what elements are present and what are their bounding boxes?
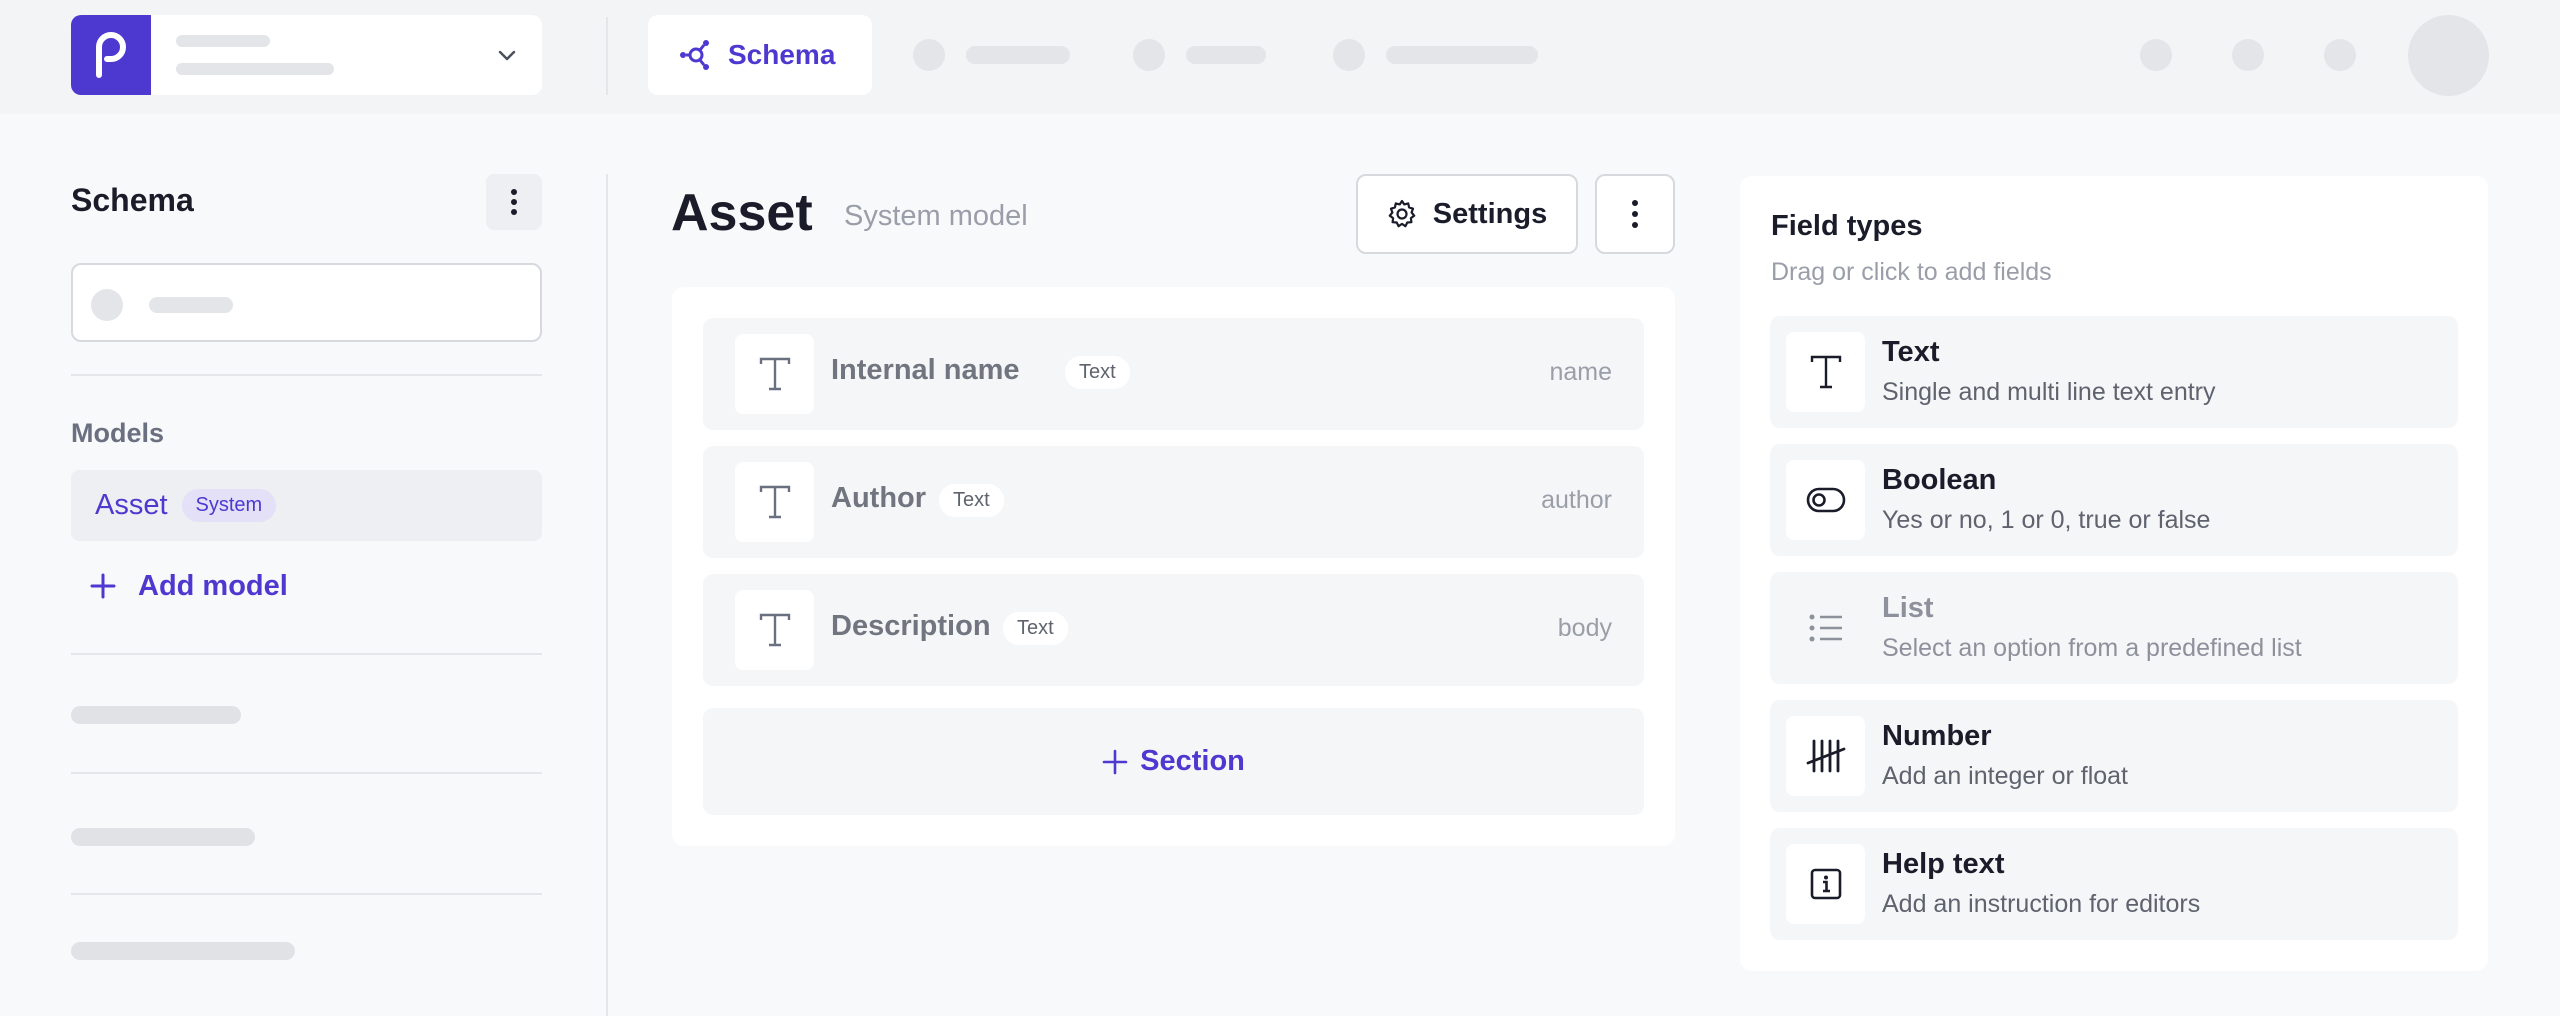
page-subtitle: System model <box>844 200 1028 232</box>
toolbar-icon-placeholder[interactable] <box>2140 39 2172 71</box>
nav-item-label-placeholder <box>1386 46 1538 64</box>
status-badge: System <box>181 489 277 522</box>
field-type-badge: Text <box>1003 612 1068 645</box>
field-api-key: author <box>1541 486 1612 514</box>
add-section-button[interactable]: Section <box>703 708 1644 815</box>
text-t-icon <box>1786 332 1865 412</box>
avatar[interactable] <box>2408 15 2489 96</box>
add-section-label: Section <box>1140 745 1245 777</box>
tally-icon <box>1786 716 1865 796</box>
topbar-divider <box>606 17 608 95</box>
nav-item-icon-placeholder[interactable] <box>913 39 945 71</box>
sidebar-divider <box>71 893 542 895</box>
field-type-name: List <box>1882 592 1934 624</box>
field-type-description: Select an option from a predefined list <box>1882 634 2302 662</box>
sidebar-item-placeholder[interactable] <box>71 828 255 846</box>
sidebar-more-button[interactable] <box>486 174 542 230</box>
field-name: Author <box>831 482 927 514</box>
add-model-label: Add model <box>138 569 288 602</box>
field-type-badge: Text <box>939 484 1004 517</box>
toggle-icon <box>1786 460 1865 540</box>
sidebar-search-input[interactable] <box>71 263 542 342</box>
fields-panel: Internal name Text name Author Text auth… <box>672 287 1675 846</box>
project-name-placeholder <box>176 35 270 47</box>
tab-schema-label: Schema <box>728 39 836 70</box>
field-types-title: Field types <box>1771 210 1923 242</box>
field-types-panel: Field types Drag or click to add fields … <box>1740 176 2488 971</box>
settings-button[interactable]: Settings <box>1356 174 1578 254</box>
page-title: Asset <box>671 184 813 242</box>
field-types-subtitle: Drag or click to add fields <box>1771 258 2052 286</box>
field-type-boolean[interactable]: Boolean Yes or no, 1 or 0, true or false <box>1770 444 2458 556</box>
toolbar-icon-placeholder[interactable] <box>2232 39 2264 71</box>
field-type-description: Add an instruction for editors <box>1882 890 2201 918</box>
nav-item-label-placeholder <box>966 46 1070 64</box>
sidebar-divider <box>71 653 542 655</box>
field-type-text[interactable]: Text Single and multi line text entry <box>1770 316 2458 428</box>
text-t-icon <box>735 462 814 542</box>
list-icon <box>1786 588 1865 668</box>
field-type-badge: Text <box>1065 356 1130 389</box>
search-placeholder <box>149 297 233 313</box>
sidebar-main-divider <box>606 174 608 1016</box>
field-api-key: name <box>1549 358 1612 386</box>
field-type-description: Yes or no, 1 or 0, true or false <box>1882 506 2211 534</box>
project-detail-placeholder <box>176 63 334 75</box>
search-icon-placeholder <box>91 289 123 321</box>
field-row-author[interactable]: Author Text author <box>703 446 1644 558</box>
plus-icon <box>1102 749 1128 774</box>
nav-item-icon-placeholder[interactable] <box>1133 39 1165 71</box>
nav-item-icon-placeholder[interactable] <box>1333 39 1365 71</box>
sidebar-title: Schema <box>71 182 194 218</box>
field-row-internal-name[interactable]: Internal name Text name <box>703 318 1644 430</box>
nav-item-label-placeholder <box>1186 46 1266 64</box>
field-type-list[interactable]: List Select an option from a predefined … <box>1770 572 2458 684</box>
field-type-name: Text <box>1882 336 1940 368</box>
text-t-icon <box>735 334 814 414</box>
plus-icon <box>90 573 116 599</box>
logo-icon <box>71 15 151 95</box>
tab-schema[interactable]: Schema <box>648 15 872 95</box>
sidebar-item-placeholder[interactable] <box>71 942 295 960</box>
settings-label: Settings <box>1432 197 1548 230</box>
field-name: Description <box>831 610 991 642</box>
field-type-help-text[interactable]: Help text Add an instruction for editors <box>1770 828 2458 940</box>
sidebar-item-asset[interactable]: Asset System <box>71 470 542 541</box>
text-t-icon <box>735 590 814 670</box>
field-type-name: Help text <box>1882 848 2005 880</box>
toolbar-icon-placeholder[interactable] <box>2324 39 2356 71</box>
field-row-description[interactable]: Description Text body <box>703 574 1644 686</box>
field-type-number[interactable]: Number Add an integer or float <box>1770 700 2458 812</box>
add-model-button[interactable]: Add model <box>88 564 288 608</box>
field-type-description: Single and multi line text entry <box>1882 378 2216 406</box>
models-heading: Models <box>71 418 165 448</box>
info-icon <box>1786 844 1865 924</box>
field-type-description: Add an integer or float <box>1882 762 2128 790</box>
field-name: Internal name <box>831 354 1020 386</box>
field-type-name: Number <box>1882 720 1992 752</box>
sidebar-divider <box>71 374 542 376</box>
kebab-menu-icon <box>511 189 517 215</box>
gear-icon <box>1388 199 1416 228</box>
sidebar-divider <box>71 772 542 774</box>
project-switcher[interactable] <box>71 15 542 95</box>
chevron-down-icon <box>498 50 516 61</box>
kebab-menu-icon <box>1632 200 1638 228</box>
field-type-name: Boolean <box>1882 464 1997 496</box>
schema-graph-icon <box>680 40 709 70</box>
model-more-button[interactable] <box>1595 174 1675 254</box>
top-bar: Schema <box>0 0 2560 114</box>
field-api-key: body <box>1557 614 1612 642</box>
model-name: Asset <box>95 489 168 521</box>
sidebar-item-placeholder[interactable] <box>71 706 241 724</box>
